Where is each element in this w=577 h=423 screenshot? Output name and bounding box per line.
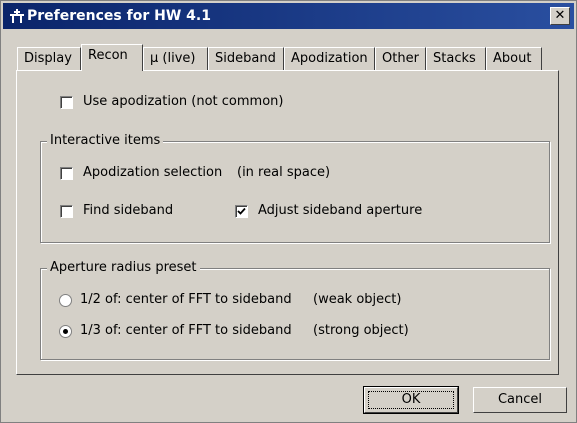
- recon-panel: Use apodization (not common) Interactive…: [16, 70, 559, 375]
- apodization-selection-checkbox[interactable]: [60, 167, 73, 180]
- title-bar: Preferences for HW 4.1 ✕: [3, 3, 574, 29]
- aperture-half-radio[interactable]: [59, 294, 72, 307]
- aperture-half-note: (weak object): [313, 292, 402, 307]
- find-sideband-label: Find sideband: [83, 203, 174, 218]
- use-apodization-label: Use apodization (not common): [83, 94, 284, 109]
- preferences-dialog: Preferences for HW 4.1 ✕ Display Recon µ…: [0, 0, 577, 423]
- interactive-items-group: Interactive items Apodization selection …: [40, 133, 550, 243]
- find-sideband-checkbox[interactable]: [60, 205, 73, 218]
- interactive-items-title: Interactive items: [47, 133, 164, 148]
- tab-apodization[interactable]: Apodization: [284, 47, 375, 70]
- cancel-button[interactable]: Cancel: [473, 387, 567, 413]
- ok-button[interactable]: OK: [363, 386, 459, 414]
- adjust-sideband-aperture-checkbox[interactable]: [235, 205, 248, 218]
- tab-recon[interactable]: Recon: [81, 44, 143, 71]
- tab-display[interactable]: Display: [17, 47, 81, 70]
- use-apodization-checkbox[interactable]: [60, 96, 73, 109]
- close-button[interactable]: ✕: [550, 7, 570, 25]
- apodization-selection-note: (in real space): [237, 165, 331, 180]
- close-icon: ✕: [554, 8, 566, 23]
- apodization-selection-label: Apodization selection: [83, 165, 223, 180]
- tab-sideband[interactable]: Sideband: [208, 47, 284, 70]
- tab-about[interactable]: About: [486, 47, 542, 70]
- aperture-radius-group: Aperture radius preset 1/2 of: center of…: [40, 260, 550, 360]
- aperture-third-radio[interactable]: [59, 325, 72, 338]
- checkmark-icon: [237, 207, 246, 215]
- tab-stacks[interactable]: Stacks: [426, 47, 486, 70]
- window-title: Preferences for HW 4.1: [27, 8, 211, 24]
- app-icon: [10, 9, 24, 23]
- aperture-third-label: 1/3 of: center of FFT to sideband: [80, 323, 292, 338]
- tab-mu-live[interactable]: µ (live): [143, 47, 208, 70]
- aperture-radius-title: Aperture radius preset: [47, 260, 200, 275]
- aperture-third-note: (strong object): [313, 323, 409, 338]
- tab-other[interactable]: Other: [375, 47, 426, 70]
- adjust-sideband-aperture-label: Adjust sideband aperture: [258, 203, 423, 218]
- aperture-half-label: 1/2 of: center of FFT to sideband: [80, 292, 292, 307]
